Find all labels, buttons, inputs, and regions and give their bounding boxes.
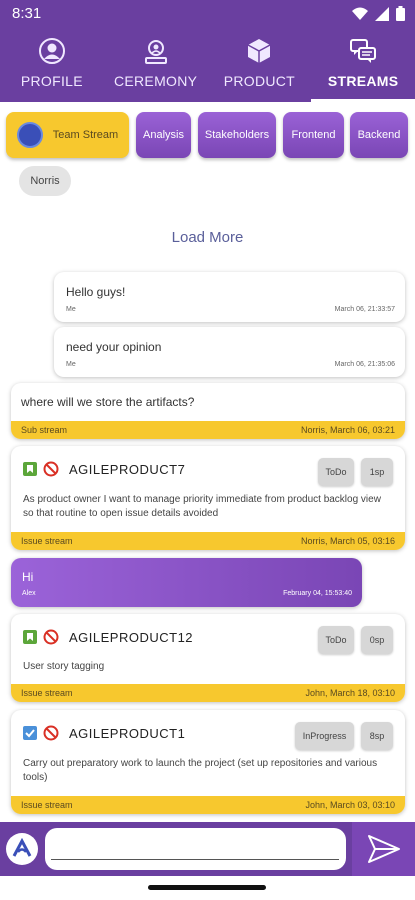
issue-status-button[interactable]: ToDo — [318, 626, 354, 654]
stream-type: Issue stream — [21, 536, 73, 546]
app-logo-icon[interactable] — [6, 833, 38, 865]
status-time: 8:31 — [12, 5, 42, 22]
issue-id: AGILEPRODUCT12 — [69, 629, 194, 645]
signal-icon — [375, 6, 389, 21]
issue-card[interactable]: AGILEPRODUCT7 ToDo 1sp As product owner … — [11, 446, 405, 550]
checkbox-icon — [23, 726, 37, 740]
box-icon — [245, 37, 273, 65]
send-button[interactable] — [352, 822, 415, 876]
issue-id: AGILEPRODUCT7 — [69, 461, 186, 477]
issue-points-button[interactable]: 0sp — [361, 626, 393, 654]
person-icon — [38, 37, 66, 65]
issue-points: 0sp — [369, 635, 385, 645]
stream-chip-frontend[interactable]: Frontend — [283, 112, 344, 158]
issue-points-button[interactable]: 8sp — [361, 722, 393, 750]
message-sender: Me — [66, 361, 76, 368]
issue-description: User story tagging — [23, 661, 105, 672]
tab-ceremony[interactable]: CEREMONY — [104, 28, 208, 102]
card-footer: Sub stream Norris, March 06, 03:21 — [11, 421, 405, 439]
send-icon — [367, 835, 400, 863]
tab-label: PROFILE — [20, 73, 83, 89]
battery-icon — [396, 6, 405, 21]
message-text: where will we store the artifacts? — [21, 395, 195, 409]
stream-chip-label: Stakeholders — [204, 129, 270, 141]
wifi-icon — [352, 7, 368, 20]
bookmark-icon — [23, 630, 37, 644]
stream-chip-label: Frontend — [291, 129, 336, 141]
issue-points-button[interactable]: 1sp — [361, 458, 393, 486]
chat-icon — [349, 37, 377, 65]
status-bar: 8:31 — [0, 0, 415, 28]
issue-header: AGILEPRODUCT1 — [23, 725, 185, 741]
issue-status: ToDo — [325, 635, 347, 645]
tab-label: STREAMS — [327, 73, 399, 89]
stream-chip-backend[interactable]: Backend — [350, 112, 408, 158]
member-name: Norris — [30, 175, 60, 187]
card-footer: Issue stream Norris, March 05, 03:16 — [11, 532, 405, 550]
blocked-icon — [43, 461, 59, 477]
issue-status-button[interactable]: ToDo — [318, 458, 354, 486]
issue-points: 8sp — [369, 731, 385, 741]
tab-profile[interactable]: PROFILE — [0, 28, 104, 102]
sub-stream-message: where will we store the artifacts? Sub s… — [11, 383, 405, 439]
issue-status-button[interactable]: InProgress — [295, 722, 354, 750]
message-input[interactable] — [45, 828, 346, 870]
message-bubble: Hello guys! Me March 06, 21:33:57 — [54, 272, 405, 322]
issue-status: ToDo — [325, 467, 347, 477]
card-footer: Issue stream John, March 03, 03:10 — [11, 796, 405, 814]
issue-header: AGILEPRODUCT12 — [23, 629, 193, 645]
blocked-icon — [43, 629, 59, 645]
card-footer: Issue stream John, March 18, 03:10 — [11, 684, 405, 702]
member-chip[interactable]: Norris — [19, 166, 71, 196]
status-icons — [352, 6, 405, 21]
message-text: need your opinion — [66, 340, 162, 354]
load-more-button[interactable]: Load More — [0, 229, 415, 246]
blocked-icon — [43, 725, 59, 741]
tab-label: CEREMONY — [113, 73, 198, 89]
issue-description: As product owner I want to manage priori… — [23, 494, 381, 519]
stream-chip-team[interactable]: Team Stream — [6, 112, 129, 158]
stream-type: Sub stream — [21, 425, 68, 435]
stream-chip-stakeholders[interactable]: Stakeholders — [198, 112, 276, 158]
team-avatar — [16, 122, 43, 148]
message-text: Hello guys! — [66, 285, 126, 299]
issue-id: AGILEPRODUCT1 — [69, 725, 186, 741]
message-text: Hi — [22, 570, 34, 584]
message-time: March 06, 21:33:57 — [334, 306, 395, 313]
issue-points: 1sp — [369, 467, 385, 477]
issue-status: InProgress — [302, 731, 347, 741]
stream-chip-label: Team Stream — [52, 129, 119, 141]
issue-header: AGILEPRODUCT7 — [23, 461, 185, 477]
message-time: February 04, 15:53:40 — [283, 590, 352, 597]
stream-chip-analysis[interactable]: Analysis — [136, 112, 191, 158]
issue-card[interactable]: AGILEPRODUCT1 InProgress 8sp Carry out p… — [11, 710, 405, 814]
stream-chip-label: Analysis — [143, 129, 184, 141]
message-meta: John, March 18, 03:10 — [305, 688, 395, 698]
tab-streams[interactable]: STREAMS — [311, 28, 415, 102]
message-time: March 06, 21:35:06 — [334, 361, 395, 368]
bookmark-icon — [23, 462, 37, 476]
tab-label: PRODUCT — [223, 73, 296, 89]
message-sender: Alex — [22, 590, 36, 597]
home-gesture-handle[interactable] — [148, 885, 266, 890]
message-meta: Norris, March 06, 03:21 — [300, 425, 395, 435]
stream-type: Issue stream — [21, 688, 73, 698]
message-meta: Norris, March 05, 03:16 — [300, 536, 395, 546]
main-tabbar: PROFILE CEREMONY PRODUCT STREAMS — [0, 28, 415, 102]
input-underline — [51, 859, 339, 860]
tab-product[interactable]: PRODUCT — [208, 28, 312, 102]
stream-chips: Team Stream Analysis Stakeholders Fronte… — [0, 112, 415, 160]
incoming-message-bubble: Hi Alex February 04, 15:53:40 — [11, 558, 362, 607]
system-nav-bar — [0, 876, 415, 900]
message-bubble: need your opinion Me March 06, 21:35:06 — [54, 327, 405, 377]
ceremony-icon — [142, 37, 170, 65]
stream-chip-label: Backend — [357, 129, 401, 141]
issue-card[interactable]: AGILEPRODUCT12 ToDo 0sp User story taggi… — [11, 614, 405, 702]
message-sender: Me — [66, 306, 76, 313]
issue-description: Carry out preparatory work to launch the… — [23, 758, 378, 783]
message-meta: John, March 03, 03:10 — [305, 800, 395, 810]
stream-type: Issue stream — [21, 800, 73, 810]
